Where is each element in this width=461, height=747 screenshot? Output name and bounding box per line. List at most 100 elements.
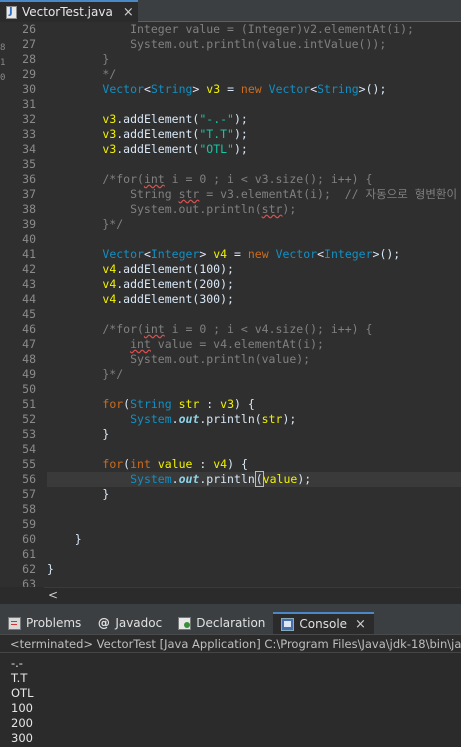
line-number: 54 (22, 442, 36, 456)
editor-tab-vectortest[interactable]: VectorTest.java × (0, 0, 138, 22)
line-number: 29 (22, 67, 36, 81)
line-number: 39 (22, 217, 36, 231)
line-number: 49 (22, 367, 36, 381)
line-number: 36 (22, 172, 36, 186)
line-number: 48 (22, 352, 36, 366)
console-icon (281, 617, 295, 631)
code-line: }*/ (47, 217, 124, 231)
line-number: 62 (22, 562, 36, 576)
marker-bar: 8 1 0 (0, 22, 8, 587)
java-file-icon (6, 5, 17, 19)
line-number: 52 (22, 412, 36, 426)
code-line: System.out.println(str); (130, 412, 297, 426)
line-number: 26 (22, 22, 36, 36)
code-line: v3.addElement("T.T"); (102, 127, 248, 141)
console-view[interactable]: <terminated> VectorTest [Java Applicatio… (0, 634, 461, 747)
line-number: 60 (22, 532, 36, 546)
fold-marker: 1 (0, 58, 6, 68)
line-number: 43 (22, 277, 36, 291)
line-number: 38 (22, 202, 36, 216)
tab-javadoc-label: Javadoc (115, 616, 163, 630)
console-output-line: 300 (11, 731, 33, 745)
view-tab-bar: Problems @ Javadoc Declaration Console × (0, 612, 461, 634)
console-output-line: OTL (11, 686, 34, 700)
code-line: v4.addElement(300); (102, 292, 234, 306)
code-line: for(String str : v3) { (102, 397, 255, 411)
line-number: 41 (22, 247, 36, 261)
code-line: } (47, 52, 110, 66)
fold-marker: 0 (0, 73, 6, 83)
declaration-icon (178, 616, 192, 630)
code-line: System.out.println(str); (47, 202, 297, 216)
code-line: } (47, 427, 110, 441)
editor-tab-title: VectorTest.java (22, 5, 113, 19)
line-number: 34 (22, 142, 36, 156)
line-number: 33 (22, 127, 36, 141)
line-number: 53 (22, 427, 36, 441)
line-number: 35 (22, 157, 36, 171)
code-line: } (47, 562, 54, 576)
line-number: 57 (22, 487, 36, 501)
line-number-gutter: 26 27 28 29 30 31 32 33 34 35 36 37 38 3… (8, 22, 44, 587)
line-number: 31 (22, 97, 36, 111)
code-line: } (47, 532, 82, 546)
console-output-line: 100 (11, 701, 33, 715)
line-number: 40 (22, 232, 36, 246)
line-number: 61 (22, 547, 36, 561)
line-number: 37 (22, 187, 36, 201)
code-line: Integer value = (Integer)v2.elementAt(i)… (47, 22, 414, 36)
line-number: 51 (22, 397, 36, 411)
panel-divider[interactable] (0, 604, 461, 612)
scroll-left-icon[interactable]: < (48, 588, 58, 602)
current-code-line: System.out.println(value); (47, 471, 461, 487)
console-output-line: -.- (11, 656, 23, 670)
line-number: 45 (22, 307, 36, 321)
line-number: 42 (22, 262, 36, 276)
code-line: v3.addElement("OTL"); (102, 142, 248, 156)
console-status-header: <terminated> VectorTest [Java Applicatio… (0, 635, 461, 653)
tab-javadoc[interactable]: @ Javadoc (89, 612, 170, 634)
code-editor[interactable]: 8 1 0 26 27 28 29 30 31 32 33 34 35 36 3… (0, 22, 461, 587)
line-number: 63 (22, 577, 36, 587)
code-line: String str = v3.elementAt(i); // 자동으로 형변… (47, 187, 458, 201)
line-number: 32 (22, 112, 36, 126)
code-area[interactable]: Integer value = (Integer)v2.elementAt(i)… (47, 22, 461, 587)
code-line: }*/ (47, 367, 124, 381)
console-output-line: 200 (11, 716, 33, 730)
code-line: */ (47, 67, 117, 81)
code-line: /*for(int i = 0 ; i < v4.size(); i++) { (47, 322, 373, 336)
tab-declaration[interactable]: Declaration (170, 612, 273, 634)
code-line: /*for(int i = 0 ; i < v3.size(); i++) { (47, 172, 373, 186)
line-number: 27 (22, 37, 36, 51)
line-number: 44 (22, 292, 36, 306)
code-line: v4.addElement(100); (102, 262, 234, 276)
horizontal-scrollbar[interactable]: < (44, 587, 461, 604)
tab-console-label: Console (299, 617, 348, 631)
tab-console[interactable]: Console × (273, 612, 374, 634)
code-line: int value = v4.elementAt(i); (130, 337, 324, 351)
line-number: 46 (22, 322, 36, 336)
line-number: 58 (22, 502, 36, 516)
tab-problems-label: Problems (26, 616, 82, 630)
line-number: 28 (22, 52, 36, 66)
code-line: Vector<String> v3 = new Vector<String>()… (102, 82, 387, 96)
code-line: v4.addElement(200); (102, 277, 234, 291)
fold-marker: 8 (0, 43, 6, 53)
code-line: System.out.println(value); (47, 352, 311, 366)
code-line: } (47, 487, 110, 501)
tab-declaration-label: Declaration (196, 616, 266, 630)
code-line: System.out.println(value.intValue()); (47, 37, 387, 51)
problems-icon (8, 616, 21, 630)
code-line: Vector<Integer> v4 = new Vector<Integer>… (102, 247, 401, 261)
code-line: v3.addElement("-.-"); (102, 112, 248, 126)
line-number: 55 (22, 457, 36, 471)
close-icon[interactable]: × (355, 617, 366, 632)
line-number: 59 (22, 517, 36, 531)
code-line: for(int value : v4) { (102, 457, 248, 471)
tab-problems[interactable]: Problems (0, 612, 89, 634)
console-output-line: T.T (11, 671, 28, 685)
javadoc-icon: @ (97, 615, 110, 630)
editor-tab-bar: VectorTest.java × (0, 0, 461, 22)
close-icon[interactable]: × (123, 5, 134, 20)
line-number: 56 (22, 472, 36, 486)
